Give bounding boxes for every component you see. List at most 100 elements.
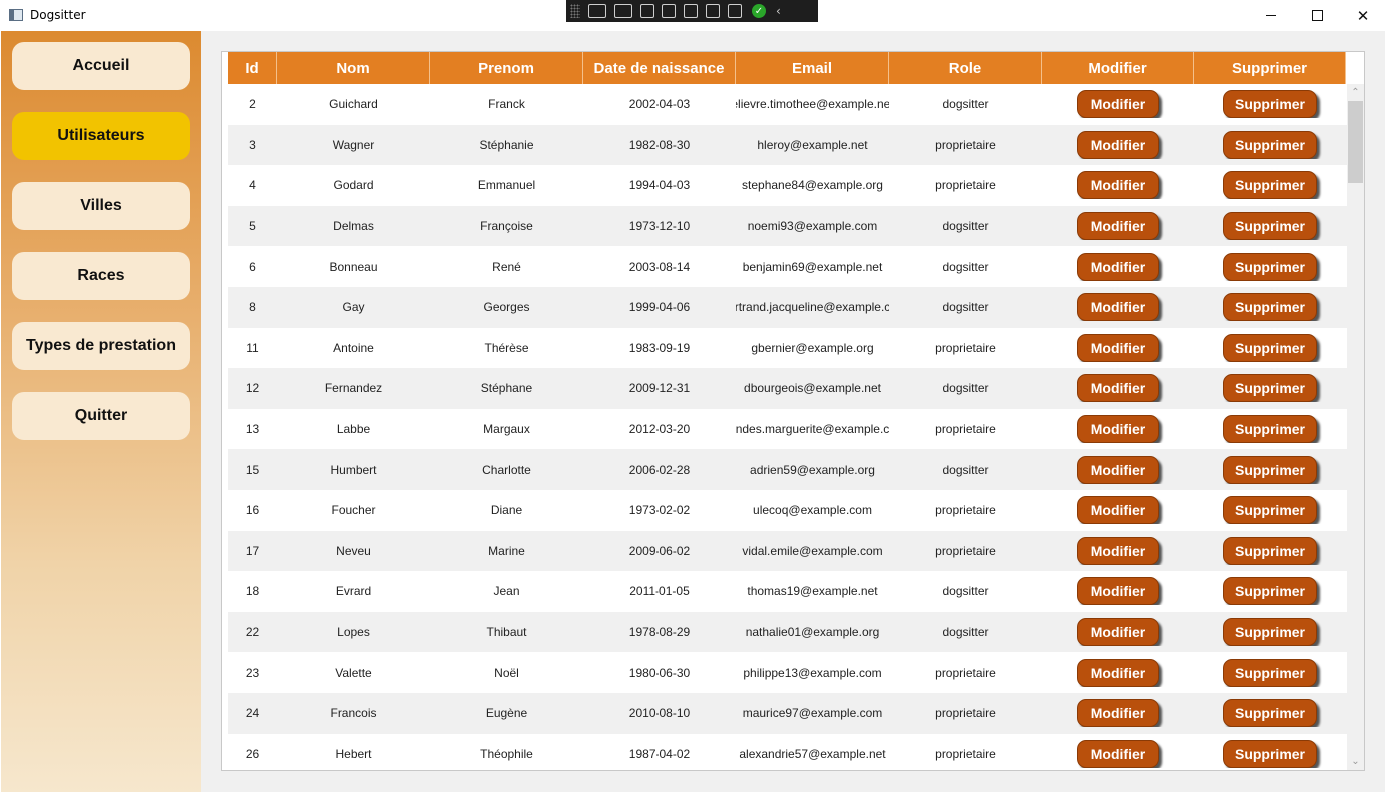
- table-row[interactable]: 26 Hebert Théophile 1987-04-02 alexandrie57@…: [228, 734, 1348, 771]
- modify-button[interactable]: Modifier: [1077, 171, 1159, 200]
- cell-id: 3: [249, 137, 256, 152]
- table-row[interactable]: 6 Bonneau René 2003-08-14 benjamin69@example…: [228, 246, 1348, 287]
- cell-email: noemi93@example.com: [747, 219, 878, 234]
- main-content: Accueil Utilisateurs Villes Races Types …: [1, 31, 1385, 792]
- modify-button[interactable]: Modifier: [1077, 333, 1159, 362]
- table-row[interactable]: 22 Lopes Thibaut 1978-08-29 nathalie01@examp…: [228, 611, 1348, 653]
- table-row[interactable]: 4 Godard Emmanuel 1994-04-03 stephane84@exam…: [228, 165, 1348, 206]
- delete-button[interactable]: Supprimer: [1223, 171, 1317, 200]
- delete-button[interactable]: Supprimer: [1223, 577, 1317, 606]
- cell-role: proprietaire: [935, 543, 996, 558]
- modify-button[interactable]: Modifier: [1077, 212, 1159, 241]
- modify-button[interactable]: Modifier: [1077, 374, 1159, 403]
- select-element-icon[interactable]: [640, 4, 654, 18]
- nav-races[interactable]: Races: [12, 252, 190, 300]
- header-col-nom[interactable]: Nom: [277, 52, 430, 84]
- delete-button[interactable]: Supprimer: [1223, 658, 1317, 687]
- modify-button[interactable]: Modifier: [1077, 130, 1159, 159]
- scroll-thumb[interactable]: [1348, 101, 1363, 183]
- nav-accueil[interactable]: Accueil: [12, 42, 190, 90]
- cell-modifier: Modifier: [1042, 252, 1194, 281]
- delete-button[interactable]: Supprimer: [1223, 374, 1317, 403]
- cell-role: proprietaire: [935, 746, 996, 761]
- delete-button[interactable]: Supprimer: [1223, 415, 1317, 444]
- table-row[interactable]: 23 Valette Noël 1980-06-30 philippe13@exampl…: [228, 652, 1348, 693]
- delete-button[interactable]: Supprimer: [1223, 536, 1317, 565]
- close-button[interactable]: ✕: [1340, 0, 1386, 31]
- nav-utilisateurs[interactable]: Utilisateurs: [12, 112, 190, 160]
- nav-types-de-prestation[interactable]: Types de prestation: [12, 322, 190, 370]
- minimize-button[interactable]: [1248, 0, 1294, 31]
- header-col-role[interactable]: Role: [889, 52, 1042, 84]
- delete-button[interactable]: Supprimer: [1223, 252, 1317, 281]
- check-icon[interactable]: ✓: [752, 4, 766, 18]
- header-col-id[interactable]: Id: [228, 52, 277, 84]
- delete-button[interactable]: Supprimer: [1223, 699, 1317, 728]
- collapse-icon[interactable]: ‹: [776, 4, 781, 18]
- table-row[interactable]: 16 Foucher Diane 1973-02-02 ulecoq@example.c…: [228, 490, 1348, 531]
- table-row[interactable]: 5 Delmas Françoise 1973-12-10 noemi93@exampl…: [228, 205, 1348, 247]
- cell-supprimer: Supprimer: [1194, 739, 1346, 768]
- scroll-up-icon[interactable]: ⌃: [1347, 84, 1364, 101]
- modify-button[interactable]: Modifier: [1077, 618, 1159, 647]
- delete-button[interactable]: Supprimer: [1223, 212, 1317, 241]
- cell-supprimer: Supprimer: [1194, 577, 1346, 606]
- modify-button[interactable]: Modifier: [1077, 496, 1159, 525]
- cell-modifier: Modifier: [1042, 90, 1194, 119]
- table-row[interactable]: 8 Gay Georges 1999-04-06 rtrand.jacqueline@e…: [228, 286, 1348, 328]
- table-row[interactable]: 18 Evrard Jean 2011-01-05 thomas19@example.n…: [228, 571, 1348, 612]
- cell-id: 24: [245, 706, 260, 721]
- cell-role: proprietaire: [935, 340, 996, 355]
- delete-button[interactable]: Supprimer: [1223, 739, 1317, 768]
- table-row[interactable]: 3 Wagner Stéphanie 1982-08-30 hleroy@example…: [228, 124, 1348, 166]
- cell-modifier: Modifier: [1042, 455, 1194, 484]
- accessibility-icon[interactable]: [728, 4, 742, 18]
- display-layout-icon[interactable]: [662, 4, 676, 18]
- minimize-icon: [1266, 15, 1276, 16]
- header-col-modifier[interactable]: Modifier: [1042, 52, 1194, 84]
- table-row[interactable]: 13 Labbe Margaux 2012-03-20 ndes.marguerite@…: [228, 409, 1348, 450]
- scroll-down-icon[interactable]: ⌄: [1347, 753, 1364, 770]
- modify-button[interactable]: Modifier: [1077, 455, 1159, 484]
- cell-id: 18: [245, 584, 260, 599]
- modify-button[interactable]: Modifier: [1077, 577, 1159, 606]
- visual-tree-icon[interactable]: [588, 4, 606, 18]
- modify-button[interactable]: Modifier: [1077, 658, 1159, 687]
- modify-button[interactable]: Modifier: [1077, 699, 1159, 728]
- cell-id: 6: [249, 259, 256, 274]
- table-row[interactable]: 11 Antoine Thérèse 1983-09-19 gbernier@examp…: [228, 328, 1348, 369]
- table-row[interactable]: 15 Humbert Charlotte 2006-02-28 adrien59@exa…: [228, 449, 1348, 490]
- cell-id: 11: [246, 340, 259, 355]
- table-row[interactable]: 17 Neveu Marine 2009-06-02 vidal.emile@examp…: [228, 530, 1348, 572]
- header-col-supprimer[interactable]: Supprimer: [1194, 52, 1346, 84]
- maximize-button[interactable]: [1294, 0, 1340, 31]
- modify-button[interactable]: Modifier: [1077, 90, 1159, 119]
- delete-button[interactable]: Supprimer: [1223, 455, 1317, 484]
- cell-modifier: Modifier: [1042, 496, 1194, 525]
- header-col-date[interactable]: Date de naissance: [583, 52, 736, 84]
- vertical-scrollbar[interactable]: ⌃ ⌄: [1347, 84, 1364, 770]
- cell-supprimer: Supprimer: [1194, 658, 1346, 687]
- modify-button[interactable]: Modifier: [1077, 739, 1159, 768]
- modify-button[interactable]: Modifier: [1077, 252, 1159, 281]
- cell-prenom: Françoise: [480, 219, 533, 234]
- modify-button[interactable]: Modifier: [1077, 415, 1159, 444]
- modify-button[interactable]: Modifier: [1077, 293, 1159, 322]
- camera-icon[interactable]: [614, 4, 632, 18]
- nav-quitter[interactable]: Quitter: [12, 392, 190, 440]
- delete-button[interactable]: Supprimer: [1223, 333, 1317, 362]
- delete-button[interactable]: Supprimer: [1223, 618, 1317, 647]
- table-row[interactable]: 24 Francois Eugène 2010-08-10 maurice97@exam…: [228, 692, 1348, 734]
- nav-villes[interactable]: Villes: [12, 182, 190, 230]
- delete-button[interactable]: Supprimer: [1223, 130, 1317, 159]
- table-row[interactable]: 12 Fernandez Stéphane 2009-12-31 dbourgeois@…: [228, 368, 1348, 409]
- delete-button[interactable]: Supprimer: [1223, 90, 1317, 119]
- header-col-email[interactable]: Email: [736, 52, 889, 84]
- delete-button[interactable]: Supprimer: [1223, 293, 1317, 322]
- modify-button[interactable]: Modifier: [1077, 536, 1159, 565]
- table-row[interactable]: 2 Guichard Franck 2002-04-03 elievre.timothe…: [228, 84, 1348, 125]
- header-col-prenom[interactable]: Prenom: [430, 52, 583, 84]
- track-focus-icon[interactable]: [684, 4, 698, 18]
- delete-button[interactable]: Supprimer: [1223, 496, 1317, 525]
- hot-reload-icon[interactable]: [706, 4, 720, 18]
